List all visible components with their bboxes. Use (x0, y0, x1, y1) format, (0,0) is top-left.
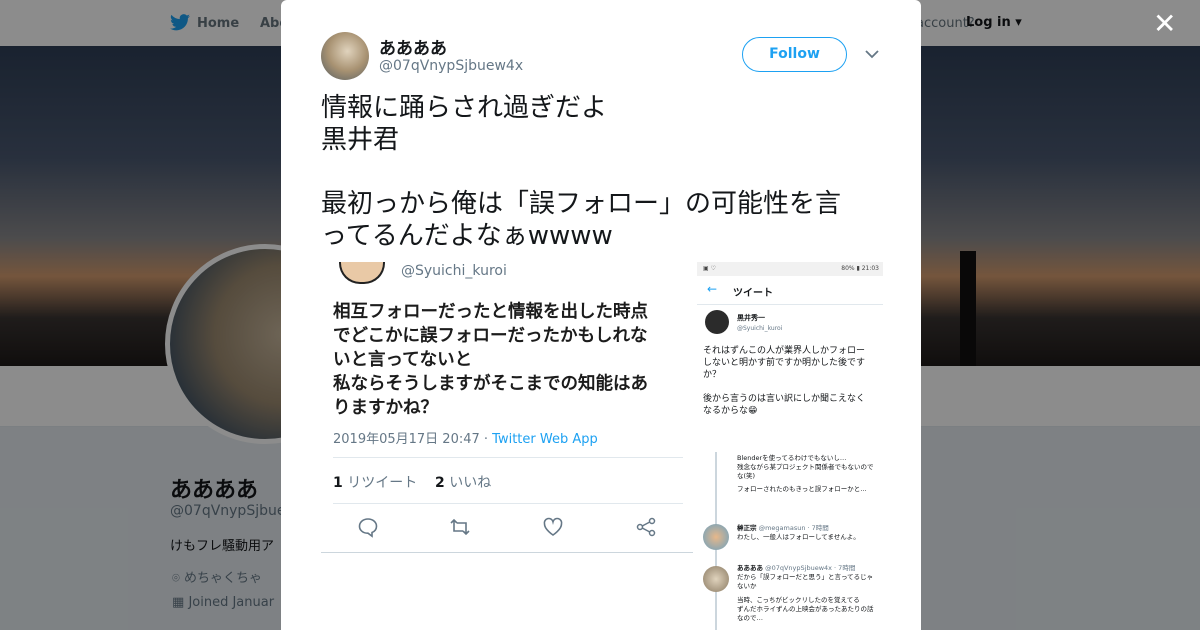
reply-text: わたし、一般人はフォローしてませんよ。 (737, 533, 860, 541)
share-icon (635, 516, 657, 542)
reply-icon (357, 516, 379, 542)
phone-header: ← ツイート (697, 276, 883, 305)
reply2-text: ないか (737, 582, 757, 590)
tweet-line: 最初っから俺は「誤フォロー」の可能性を言 (321, 189, 842, 219)
phone-tweet-body: それはずんこの人が業界人しかフォロー しないと明かす前ですか明かした後です か？… (703, 345, 879, 417)
quoted-actions (333, 516, 683, 542)
quoted-text: 相互フォローだったと情報を出した時点 でどこかに誤フォローだったかもしれな いと… (333, 300, 683, 420)
reply2-handle: @07qVnypSjbuew4x · 7時間 (765, 564, 856, 572)
author-handle[interactable]: @07qVnypSjbuew4x (379, 58, 523, 74)
tweet-line: 情報に踊らされ過ぎだよ (321, 93, 608, 123)
thread-line-text: フォローされたのもきっと誤フォローかと… (737, 485, 867, 493)
reply2-text: なので… (737, 614, 763, 622)
phone-line: か？ (703, 370, 722, 380)
phone-line (703, 381, 879, 393)
phone-status-bar: ▣ ♡ 80% ▮ 21:03 (697, 262, 883, 276)
retweet-label: リツイート (347, 475, 418, 491)
reply-name: 榊正宗 (737, 524, 757, 532)
back-arrow-icon: ← (707, 282, 718, 296)
reply2-name: ああああ (737, 564, 763, 572)
phone-header-title: ツイート (733, 288, 773, 299)
tweet-line: ってるんだよなぁwwww (321, 221, 613, 251)
like-label: いいね (449, 475, 492, 491)
quoted-handle: @Syuichi_kuroi (401, 263, 507, 279)
retweet-count: 1 (333, 475, 343, 491)
like-count: 2 (435, 475, 445, 491)
quoted-line: りますかね？ (333, 398, 438, 418)
thread-line-text: Blenderを使ってるわけでもないし… (737, 454, 847, 462)
status-right: 80% ▮ 21:03 (841, 265, 879, 272)
tweet-line (321, 156, 886, 188)
reply-row: 榊正宗 @megamasun · 7時間 わたし、一般人はフォローしてませんよ。 (737, 524, 877, 542)
quoted-line: 私ならそうしますがそこまでの知能はあ (333, 374, 648, 394)
like-icon (542, 516, 564, 542)
reply2-text: 当時、こっちがビックリしたのを覚えてる (737, 596, 860, 604)
reply2-row: ああああ @07qVnypSjbuew4x · 7時間 だから「誤フォローだと思… (737, 564, 877, 623)
attached-image-1[interactable]: @Syuichi_kuroi 相互フォローだったと情報を出した時点 でどこかに誤… (321, 262, 693, 630)
quoted-line: でどこかに誤フォローだったかもしれな (333, 326, 648, 346)
divider (321, 552, 693, 553)
quoted-stats: 1 リツイート 2 いいね (333, 472, 491, 492)
status-left: ▣ ♡ (703, 265, 716, 272)
reply-handle: @megamasun · 7時間 (758, 524, 829, 532)
thread-line-text: な(笑) (737, 472, 756, 480)
phone-line: しないと明かす前ですか明かした後です (703, 358, 866, 368)
quoted-app: Twitter Web App (492, 432, 598, 447)
reply-avatar (703, 524, 729, 550)
quoted-line: 相互フォローだったと情報を出した時点 (333, 302, 648, 322)
tweet-modal: ああああ @07qVnypSjbuew4x Follow 情報に踊らされ過ぎだよ… (281, 0, 921, 630)
chevron-down-icon[interactable] (865, 44, 879, 64)
attached-image-2[interactable]: ▣ ♡ 80% ▮ 21:03 ← ツイート 黒井秀一 @Syuichi_kur… (695, 262, 883, 630)
reply2-text: だから「誤フォローだと思う」と言ってるじゃ (737, 573, 874, 581)
quoted-date-text: 2019年05月17日 20:47 · (333, 432, 493, 447)
phone-line: それはずんこの人が業界人しかフォロー (703, 346, 866, 356)
thread-text: Blenderを使ってるわけでもないし… 残念ながら某プロジェクト関係者でもない… (737, 454, 877, 494)
phone-line: なるからな😁 (703, 406, 758, 416)
phone-name: 黒井秀一 (737, 314, 765, 322)
author-name[interactable]: ああああ (379, 34, 447, 59)
phone-handle: @Syuichi_kuroi (737, 325, 783, 332)
reply2-avatar (703, 566, 729, 592)
phone-avatar (705, 310, 729, 334)
retweet-icon (449, 516, 471, 542)
tweet-text: 情報に踊らされ過ぎだよ 黒井君 最初っから俺は「誤フォロー」の可能性を言 ってる… (321, 92, 886, 252)
divider (333, 457, 683, 458)
quoted-date: 2019年05月17日 20:47 · Twitter Web App (333, 428, 598, 447)
phone-line: 後から言うのは言い訳にしか聞こえなく (703, 394, 866, 404)
divider (333, 503, 683, 504)
thread-line-text: 残念ながら某プロジェクト関係者でもないので (737, 463, 874, 471)
close-icon[interactable]: ✕ (1153, 10, 1176, 38)
author-avatar[interactable] (321, 32, 369, 80)
tweet-line: 黒井君 (321, 125, 400, 155)
quoted-avatar (339, 262, 385, 284)
follow-button[interactable]: Follow (742, 37, 847, 72)
reply2-text: ずんだホライずんの上映会があったあたりの話 (737, 605, 874, 613)
quoted-line: いと言ってないと (333, 350, 473, 370)
